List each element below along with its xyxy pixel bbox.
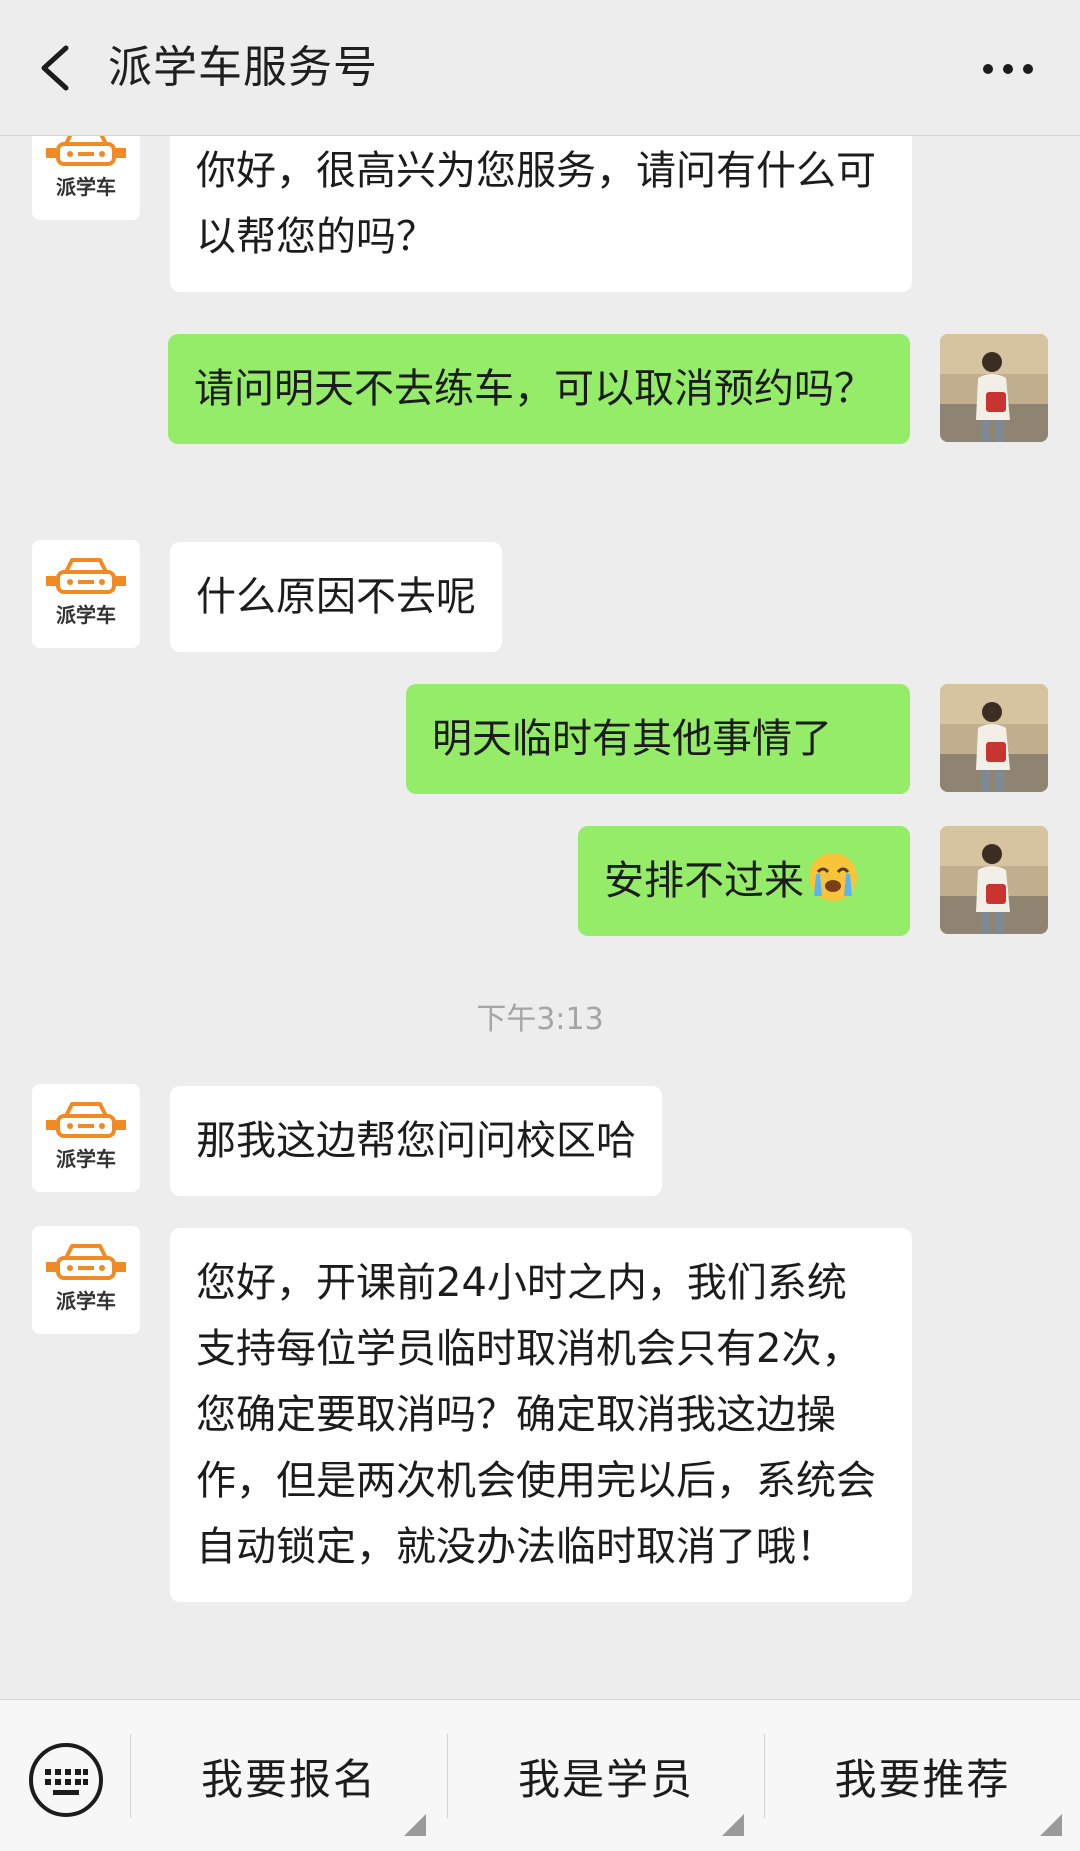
message-bubble[interactable]: 您好，开课前24小时之内，我们系统支持每位学员临时取消机会只有2次，您确定要取消…: [170, 1228, 912, 1602]
user-avatar[interactable]: [940, 334, 1048, 442]
svg-text:派学车: 派学车: [56, 175, 116, 199]
submenu-indicator-icon: [722, 1814, 744, 1836]
car-logo-icon: 派学车: [46, 558, 126, 627]
user-photo-icon: [940, 334, 1048, 442]
car-logo-icon: 派学车: [46, 136, 126, 199]
message-text: 安排不过来: [604, 858, 804, 904]
message-bubble[interactable]: 安排不过来: [578, 826, 910, 936]
car-logo-icon: 派学车: [46, 1244, 126, 1313]
menu-item-label: 我是学员: [517, 1754, 694, 1804]
more-button[interactable]: [972, 44, 1052, 94]
submenu-indicator-icon: [1040, 1814, 1062, 1836]
service-avatar[interactable]: 派学车: [32, 1084, 140, 1192]
chevron-left-icon: [41, 45, 69, 91]
user-photo-icon: [940, 826, 1048, 934]
menu-item-label: 我要推荐: [834, 1754, 1011, 1804]
chat-area[interactable]: 派学车 你好，很高兴为您服务，请问有什么可以帮您的吗？ 请问明天不去练车，可以取…: [0, 136, 1080, 1699]
page-title: 派学车服务号: [108, 42, 378, 93]
user-photo-icon: [940, 684, 1048, 792]
message-bubble[interactable]: 明天临时有其他事情了: [406, 684, 910, 794]
back-button[interactable]: [30, 36, 90, 100]
message-bubble[interactable]: 那我这边帮您问问校区哈: [170, 1086, 662, 1196]
service-menu-bar: 我要报名 我是学员 我要推荐: [0, 1699, 1080, 1851]
menu-item-label: 我要报名: [200, 1754, 377, 1804]
user-avatar[interactable]: [940, 684, 1048, 792]
car-logo-icon: 派学车: [46, 1102, 126, 1171]
menu-item-signup[interactable]: 我要报名: [131, 1700, 447, 1851]
timestamp: 下午3:13: [476, 1002, 604, 1037]
user-avatar[interactable]: [940, 826, 1048, 934]
message-bubble[interactable]: 你好，很高兴为您服务，请问有什么可以帮您的吗？: [170, 136, 912, 292]
svg-text:派学车: 派学车: [56, 603, 116, 627]
service-avatar[interactable]: 派学车: [32, 136, 140, 220]
loudly-crying-face-icon: [809, 853, 857, 901]
svg-text:派学车: 派学车: [56, 1289, 116, 1313]
message-bubble[interactable]: 什么原因不去呢: [170, 542, 502, 652]
svg-text:派学车: 派学车: [56, 1147, 116, 1171]
menu-item-student[interactable]: 我是学员: [448, 1700, 764, 1851]
top-bar: 派学车服务号: [0, 0, 1080, 136]
ellipsis-icon: [983, 64, 1033, 74]
message-bubble[interactable]: 请问明天不去练车，可以取消预约吗？: [168, 334, 910, 444]
service-avatar[interactable]: 派学车: [32, 540, 140, 648]
keyboard-toggle-button[interactable]: [26, 1740, 106, 1820]
keyboard-icon: [29, 1743, 103, 1817]
menu-item-recommend[interactable]: 我要推荐: [765, 1700, 1080, 1851]
submenu-indicator-icon: [404, 1814, 426, 1836]
service-avatar[interactable]: 派学车: [32, 1226, 140, 1334]
